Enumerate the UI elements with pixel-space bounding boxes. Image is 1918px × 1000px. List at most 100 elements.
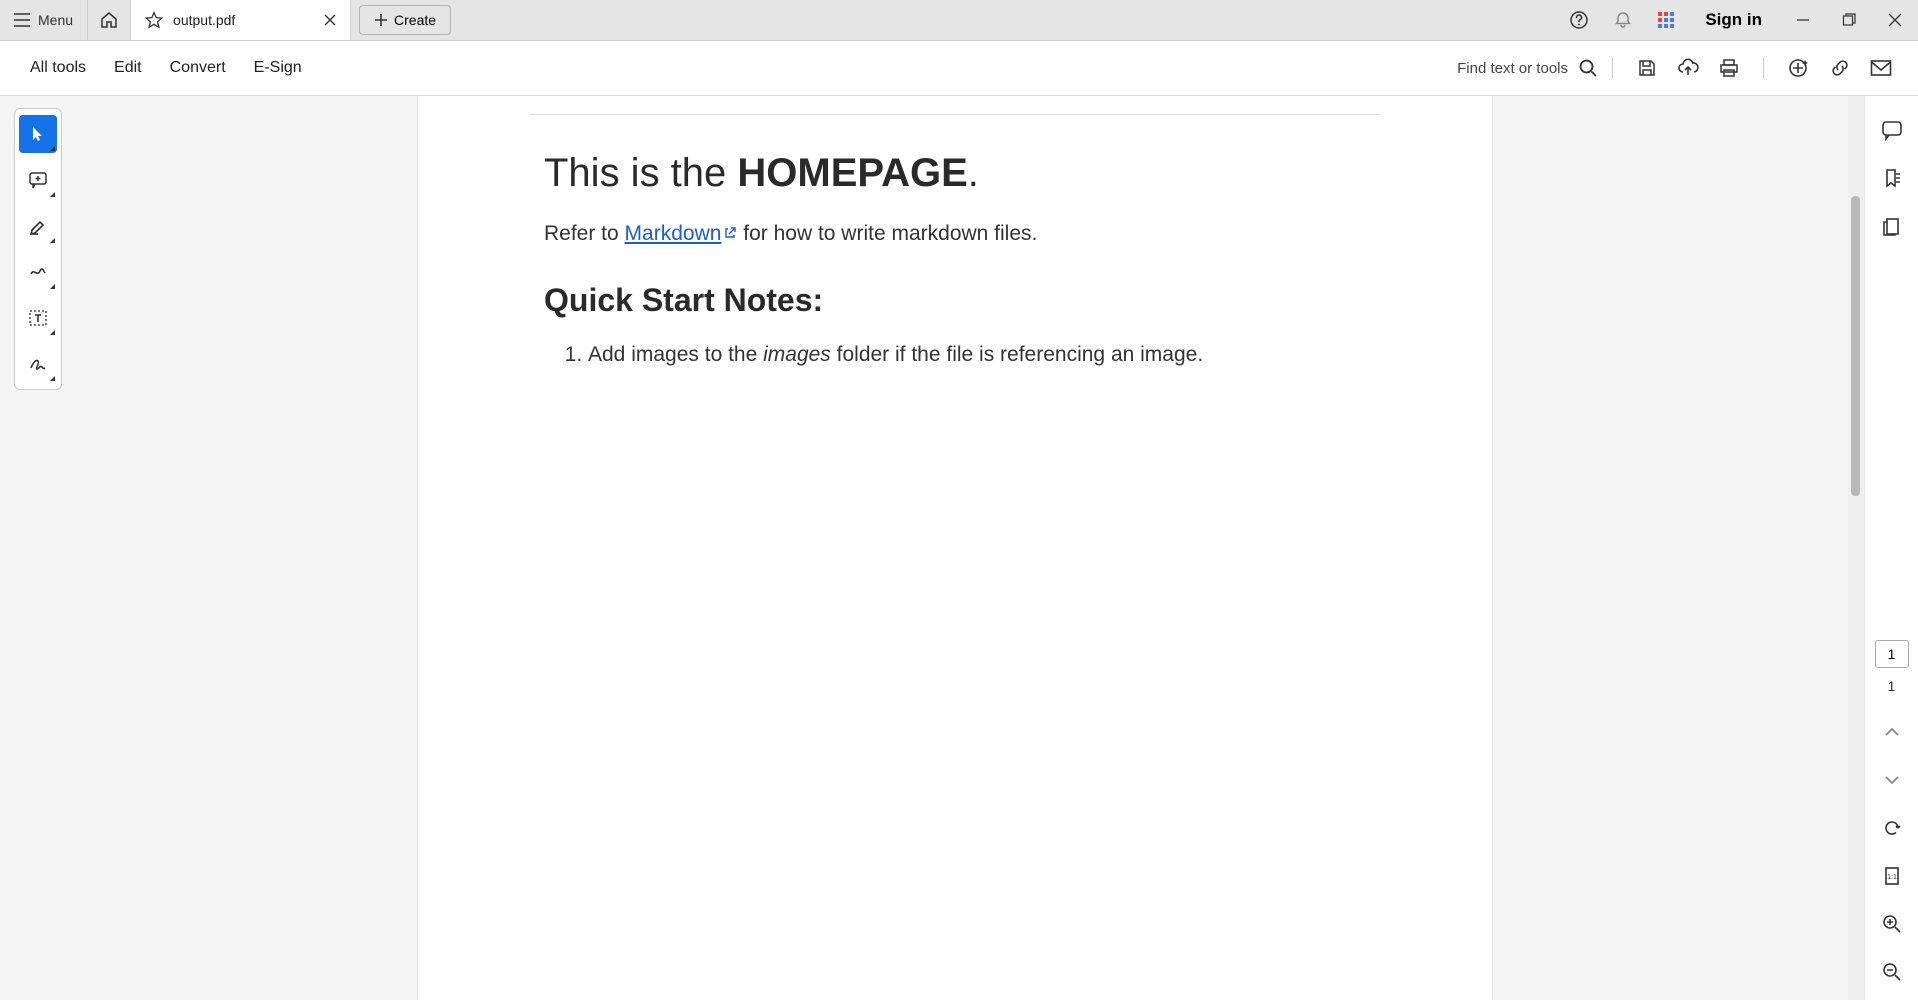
signature-tool[interactable] <box>19 345 57 383</box>
markdown-link[interactable]: Markdown <box>625 222 738 245</box>
tool-esign[interactable]: E-Sign <box>240 53 316 83</box>
upload-cloud-button[interactable] <box>1667 52 1709 84</box>
quick-start-list: Add images to the images folder if the f… <box>544 339 1366 371</box>
document-viewport[interactable]: This is the HOMEPAGE. Refer to Markdown … <box>62 96 1848 1000</box>
email-button[interactable] <box>1860 53 1902 83</box>
menu-button[interactable]: Menu <box>0 0 87 40</box>
content-area: This is the HOMEPAGE. Refer to Markdown … <box>0 96 1918 1000</box>
comments-panel-button[interactable] <box>1872 110 1912 150</box>
bell-icon <box>1613 10 1633 30</box>
divider <box>530 114 1380 115</box>
comment-icon <box>28 170 48 190</box>
heading-1: This is the HOMEPAGE. <box>544 151 1366 196</box>
zoom-out-button[interactable] <box>1872 952 1912 992</box>
tab-title: output.pdf <box>173 12 310 28</box>
save-button[interactable] <box>1627 52 1667 84</box>
bookmark-icon <box>1881 167 1903 189</box>
rotate-button[interactable] <box>1872 808 1912 848</box>
help-icon <box>1569 10 1589 30</box>
external-link-icon <box>723 226 737 240</box>
print-button[interactable] <box>1709 52 1749 84</box>
intro-paragraph: Refer to Markdown for how to write markd… <box>544 218 1366 250</box>
close-icon <box>324 14 336 26</box>
draw-tool[interactable] <box>19 253 57 291</box>
ai-assistant-button[interactable] <box>1778 51 1820 85</box>
link-text: Markdown <box>625 222 722 245</box>
highlighter-icon <box>28 216 48 236</box>
chevron-down-icon <box>1885 775 1899 785</box>
menu-label: Menu <box>38 12 73 28</box>
signin-button[interactable]: Sign in <box>1687 0 1780 40</box>
li-prefix: Add images to the <box>588 343 763 366</box>
scrollbar-thumb[interactable] <box>1851 196 1860 496</box>
create-button[interactable]: Create <box>359 5 451 35</box>
freehand-icon <box>28 262 48 282</box>
home-icon <box>100 11 118 29</box>
hamburger-icon <box>14 13 30 27</box>
home-button[interactable] <box>87 0 131 40</box>
h1-bold: HOMEPAGE <box>737 151 967 195</box>
signature-icon <box>28 354 48 374</box>
right-sidebar: 1 1:1 <box>1864 96 1918 1000</box>
annotation-toolbox <box>14 108 62 390</box>
page-number-input[interactable] <box>1875 640 1909 668</box>
tool-edit[interactable]: Edit <box>100 53 156 83</box>
prev-page-button[interactable] <box>1872 712 1912 752</box>
comment-tool[interactable] <box>19 161 57 199</box>
bookmarks-panel-button[interactable] <box>1872 158 1912 198</box>
search-label: Find text or tools <box>1457 60 1568 77</box>
minimize-button[interactable] <box>1780 0 1826 40</box>
email-icon <box>1870 59 1892 77</box>
scrollbar[interactable] <box>1848 96 1864 1000</box>
save-icon <box>1637 58 1657 78</box>
pages-icon <box>1881 215 1903 237</box>
cloud-upload-icon <box>1677 58 1699 78</box>
document-page: This is the HOMEPAGE. Refer to Markdown … <box>417 96 1493 1000</box>
link-button[interactable] <box>1820 52 1860 84</box>
thumbnails-panel-button[interactable] <box>1872 206 1912 246</box>
create-label: Create <box>394 12 436 28</box>
maximize-icon <box>1842 13 1856 27</box>
select-tool[interactable] <box>19 115 57 153</box>
next-page-button[interactable] <box>1872 760 1912 800</box>
separator <box>1763 57 1764 79</box>
fit-page-button[interactable]: 1:1 <box>1872 856 1912 896</box>
chevron-up-icon <box>1885 727 1899 737</box>
separator <box>1612 57 1613 79</box>
li-suffix: folder if the file is referencing an ima… <box>831 343 1203 366</box>
notifications-button[interactable] <box>1601 0 1645 40</box>
apps-button[interactable] <box>1645 0 1687 40</box>
print-icon <box>1719 58 1739 78</box>
help-button[interactable] <box>1557 0 1601 40</box>
close-icon <box>1888 13 1902 27</box>
ref-suffix: for how to write markdown files. <box>737 222 1037 245</box>
search-button[interactable]: Find text or tools <box>1457 58 1598 78</box>
li-italic: images <box>763 343 831 366</box>
text-box-icon <box>28 308 48 328</box>
zoom-out-icon <box>1882 962 1902 982</box>
text-select-tool[interactable] <box>19 299 57 337</box>
signin-label: Sign in <box>1705 10 1762 30</box>
tab-close-button[interactable] <box>320 10 340 30</box>
speech-bubble-icon <box>1881 119 1903 141</box>
document-tab[interactable]: output.pdf <box>131 0 351 40</box>
highlight-tool[interactable] <box>19 207 57 245</box>
tool-convert[interactable]: Convert <box>156 53 240 83</box>
star-icon[interactable] <box>145 11 163 29</box>
search-icon <box>1578 58 1598 78</box>
apps-grid-icon <box>1657 11 1675 29</box>
left-sidebar <box>0 96 62 1000</box>
list-item: Add images to the images folder if the f… <box>588 339 1366 371</box>
plus-icon <box>374 13 388 27</box>
titlebar: Menu output.pdf Create <box>0 0 1918 41</box>
close-window-button[interactable] <box>1872 0 1918 40</box>
page-total: 1 <box>1888 678 1896 694</box>
rotate-icon <box>1882 818 1902 838</box>
heading-2: Quick Start Notes: <box>544 282 1366 319</box>
zoom-in-button[interactable] <box>1872 904 1912 944</box>
tool-all-tools[interactable]: All tools <box>16 53 100 83</box>
maximize-button[interactable] <box>1826 0 1872 40</box>
link-icon <box>1830 58 1850 78</box>
minimize-icon <box>1796 13 1810 27</box>
sparkle-icon <box>1788 57 1810 79</box>
